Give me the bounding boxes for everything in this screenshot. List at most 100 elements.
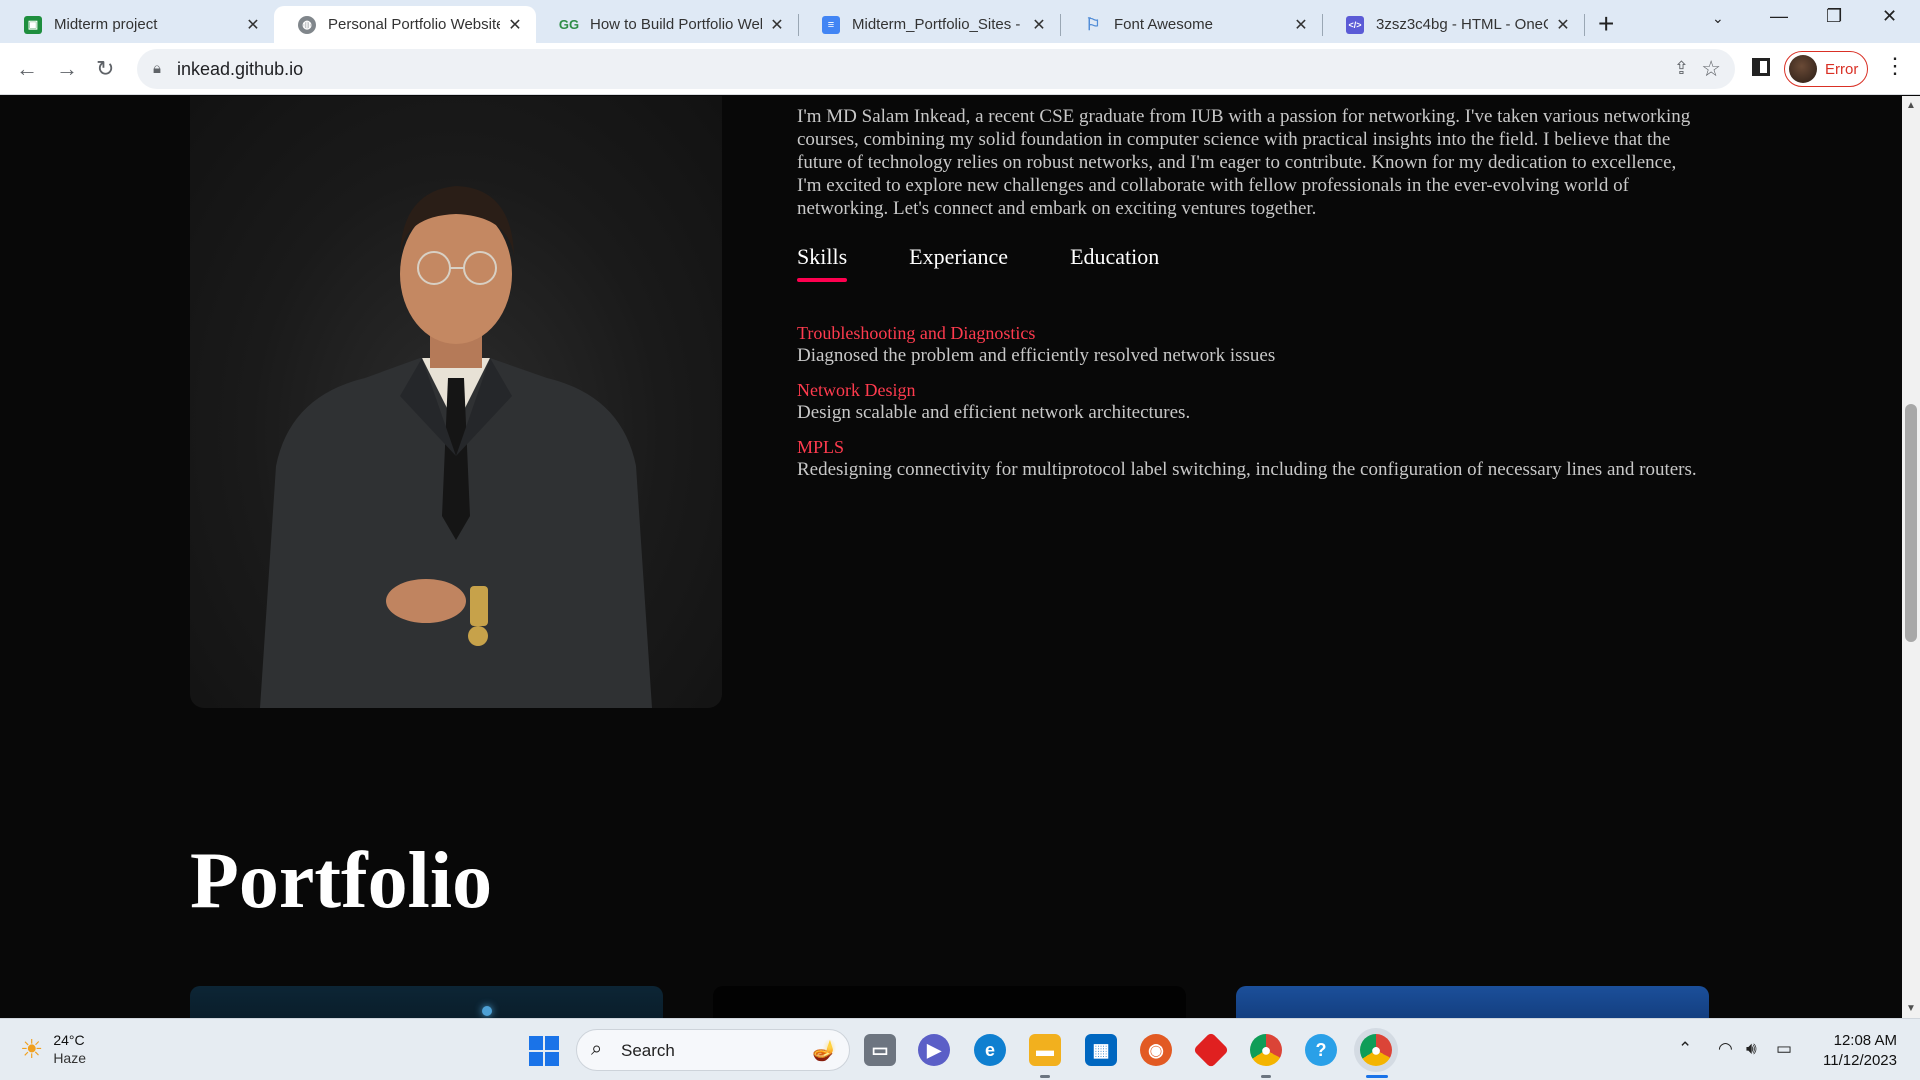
help-icon[interactable]: ? <box>1305 1034 1337 1066</box>
edge-icon[interactable]: e <box>974 1034 1006 1066</box>
chrome-icon[interactable]: ● <box>1250 1034 1282 1066</box>
scroll-down-arrow-icon[interactable]: ▼ <box>1906 1003 1916 1014</box>
skill-description: Redesigning connectivity for multiprotoc… <box>797 459 1697 480</box>
chrome-profile-icon[interactable]: ● <box>1360 1034 1392 1066</box>
profile-status: Error <box>1825 60 1859 78</box>
back-button[interactable]: ← <box>16 56 38 82</box>
new-tab-button[interactable]: + <box>1598 8 1614 40</box>
tab-title: Font Awesome <box>1114 16 1213 33</box>
close-window-button[interactable]: ✕ <box>1882 6 1897 27</box>
running-indicator <box>1040 1075 1050 1078</box>
system-clock[interactable]: 12:08 AM 11/12/2023 <box>1815 1031 1897 1071</box>
tab-title: Personal Portfolio Website <box>328 16 500 33</box>
tab-personal-portfolio[interactable]: ◍ Personal Portfolio Website ✕ <box>274 6 536 43</box>
reload-button[interactable]: ↻ <box>96 56 114 82</box>
microsoft-store-icon[interactable]: ▦ <box>1085 1034 1117 1066</box>
volume-icon[interactable]: 🔊︎ <box>1746 1039 1757 1059</box>
weather-condition: Haze <box>53 1050 86 1066</box>
portfolio-card[interactable] <box>713 986 1186 1018</box>
share-icon[interactable]: ⇪ <box>1674 58 1689 79</box>
skill-description: Diagnosed the problem and efficiently re… <box>797 345 1276 366</box>
browser-tab-strip: ▣ Midterm project ✕ ◍ Personal Portfolio… <box>0 0 1920 43</box>
url-text[interactable]: inkead.github.io <box>177 59 303 80</box>
google-classroom-icon: ▣ <box>24 15 42 34</box>
page-scrollbar[interactable]: ▲ ▼ <box>1902 96 1920 1018</box>
windows-start-icon[interactable] <box>529 1036 559 1066</box>
tab-education[interactable]: Education <box>1070 244 1159 280</box>
minimize-button[interactable]: — <box>1770 6 1788 27</box>
running-indicator <box>1261 1075 1271 1078</box>
weather-widget[interactable]: ☀ 24°C Haze <box>20 1031 86 1067</box>
teams-chat-icon[interactable]: ▶ <box>918 1034 950 1066</box>
active-indicator <box>1366 1075 1388 1078</box>
globe-icon: ◍ <box>298 15 316 34</box>
clock-date: 11/12/2023 <box>1823 1052 1897 1069</box>
google-docs-icon: ≡ <box>822 15 840 34</box>
browser-toolbar: ← → ↻ 🔒︎ inkead.github.io ⇪ ☆ Error ⋮ <box>0 43 1920 95</box>
tab-midterm-portfolio-sites[interactable]: ≡ Midterm_Portfolio_Sites - C ✕ <box>798 6 1060 43</box>
close-icon[interactable]: ✕ <box>244 15 262 35</box>
taskbar-search[interactable]: ⌕ Search 🪔 <box>576 1029 850 1071</box>
lock-icon[interactable]: 🔒︎ <box>153 60 161 77</box>
battery-icon[interactable]: ▭ <box>1776 1039 1792 1059</box>
skill-title: MPLS <box>797 437 845 457</box>
bookmark-star-icon[interactable]: ☆ <box>1701 56 1721 82</box>
person-portrait-image <box>260 186 652 708</box>
windows-taskbar: ☀ 24°C Haze ⌕ Search 🪔 ▭ ▶ e ▬ ▦ ◉ ● ? ●… <box>0 1018 1920 1080</box>
address-bar[interactable]: 🔒︎ inkead.github.io ⇪ ☆ <box>137 49 1735 89</box>
file-explorer-icon[interactable]: ▬ <box>1029 1034 1061 1066</box>
sun-haze-icon: ☀ <box>20 1033 44 1064</box>
avatar <box>1789 55 1817 83</box>
skills-list: Troubleshooting and Diagnostics Diagnose… <box>797 322 1697 493</box>
profile-button[interactable]: Error <box>1784 51 1868 87</box>
wifi-icon[interactable]: ◠ <box>1718 1039 1733 1059</box>
task-view-icon[interactable]: ▭ <box>864 1034 896 1066</box>
chevron-up-icon[interactable]: ⌃ <box>1678 1039 1692 1059</box>
portfolio-card[interactable] <box>190 986 663 1018</box>
menu-icon[interactable]: ⋮ <box>1884 53 1906 79</box>
weather-temperature: 24°C <box>53 1032 85 1048</box>
search-highlight-icon: 🪔 <box>812 1040 837 1062</box>
scroll-up-arrow-icon[interactable]: ▲ <box>1906 100 1916 111</box>
tab-skills[interactable]: Skills <box>797 244 848 282</box>
list-item: Troubleshooting and Diagnostics Diagnose… <box>797 322 1697 367</box>
tab-how-to-build-portfolio[interactable]: GG How to Build Portfolio Wel ✕ <box>536 6 798 43</box>
tab-title: 3zsz3c4bg - HTML - OneC <box>1376 16 1548 33</box>
close-icon[interactable]: ✕ <box>1554 15 1572 35</box>
search-icon: ⌕ <box>591 1038 603 1060</box>
tab-search-icon[interactable]: ⌄ <box>1712 10 1724 27</box>
code-icon: </> <box>1346 15 1364 34</box>
close-icon[interactable]: ✕ <box>768 15 786 35</box>
about-tabs: Skills Experiance Education <box>797 244 1221 282</box>
clock-time: 12:08 AM <box>1833 1032 1897 1049</box>
geeksforgeeks-icon: GG <box>558 17 580 32</box>
restore-button[interactable]: ❐ <box>1826 6 1842 27</box>
tab-title: Midterm project <box>54 16 158 33</box>
tab-midterm-project[interactable]: ▣ Midterm project ✕ <box>0 6 274 43</box>
skill-description: Design scalable and efficient network ar… <box>797 402 1191 423</box>
portfolio-card[interactable] <box>1236 986 1709 1018</box>
anydesk-icon[interactable] <box>1192 1031 1230 1069</box>
tab-title: Midterm_Portfolio_Sites - C <box>852 16 1024 33</box>
list-item: Network Design Design scalable and effic… <box>797 379 1697 424</box>
tab-title: How to Build Portfolio Wel <box>590 16 762 33</box>
card-image-detail <box>482 1006 492 1016</box>
tab-separator <box>1584 14 1585 36</box>
tab-font-awesome[interactable]: ⚐ Font Awesome ✕ <box>1060 6 1322 43</box>
list-item: MPLS Redesigning connectivity for multip… <box>797 436 1697 481</box>
side-panel-icon[interactable] <box>1752 58 1770 76</box>
skill-title: Network Design <box>797 380 916 400</box>
page-content: I'm MD Salam Inkead, a recent CSE gradua… <box>0 96 1902 1018</box>
portfolio-heading: Portfolio <box>190 837 493 925</box>
close-icon[interactable]: ✕ <box>1292 15 1310 35</box>
close-icon[interactable]: ✕ <box>1030 15 1048 35</box>
forward-button[interactable]: → <box>56 56 78 82</box>
firefox-icon[interactable]: ◉ <box>1140 1034 1172 1066</box>
tab-onecompiler[interactable]: </> 3zsz3c4bg - HTML - OneC ✕ <box>1322 6 1584 43</box>
search-label: Search <box>621 1041 675 1060</box>
flag-icon: ⚐ <box>1085 14 1101 34</box>
close-icon[interactable]: ✕ <box>506 15 524 35</box>
about-paragraph: I'm MD Salam Inkead, a recent CSE gradua… <box>797 106 1691 219</box>
scrollbar-thumb[interactable] <box>1905 404 1917 642</box>
tab-experience[interactable]: Experiance <box>909 244 1008 280</box>
